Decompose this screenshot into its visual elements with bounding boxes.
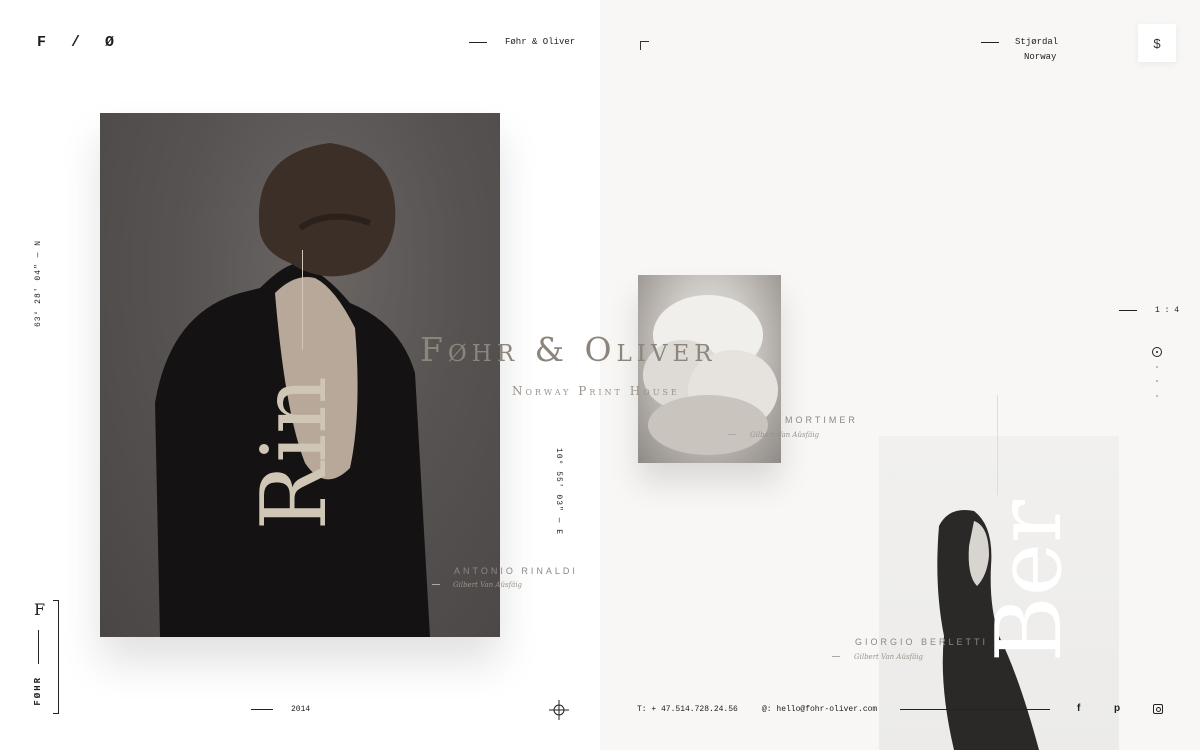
phone[interactable]: T: + 47.514.728.24.56 <box>637 705 738 714</box>
caption-name[interactable]: GIORGIO BERLETTI <box>855 637 988 647</box>
divider <box>728 434 736 435</box>
vertical-brand: FØHR <box>33 676 43 706</box>
instagram-icon[interactable] <box>1153 704 1163 714</box>
divider <box>469 42 487 43</box>
title-line <box>997 395 998 495</box>
title-line <box>302 250 303 350</box>
nav-dot-active[interactable] <box>1152 347 1162 357</box>
corner-mark <box>640 41 649 50</box>
slide-ratio: 1 : 4 <box>1155 306 1180 315</box>
menu-button[interactable]: $ <box>1138 24 1176 62</box>
caption-name[interactable]: ANTONIO RINALDI <box>454 566 578 576</box>
dollar-s-icon: $ <box>1153 35 1161 51</box>
facebook-icon[interactable]: f <box>1077 703 1080 714</box>
vertical-initial: F <box>34 600 46 619</box>
divider <box>251 709 273 710</box>
divider <box>1119 310 1137 311</box>
divider <box>900 709 1050 710</box>
work-word-ber: Ber <box>977 500 1082 663</box>
portrait-illustration <box>155 143 430 637</box>
caption-name[interactable]: MORTIMER <box>785 415 858 425</box>
crosshair-icon <box>549 700 569 720</box>
location-city: Stjørdal <box>1015 37 1059 47</box>
caption-sub: Gilbert Van Aüsfäig <box>854 653 924 661</box>
nav-dot[interactable] <box>1156 395 1158 397</box>
location-country: Norway <box>1024 52 1057 62</box>
logo[interactable]: F / Ø <box>37 34 122 51</box>
divider <box>432 584 440 585</box>
divider <box>38 630 39 664</box>
work-word-rin: Rin <box>242 376 347 531</box>
divider <box>981 42 999 43</box>
email-link[interactable]: @: hello@fohr-oliver.com <box>762 705 877 714</box>
nav-dot[interactable] <box>1156 380 1158 382</box>
pinterest-icon[interactable]: p <box>1114 703 1120 714</box>
latitude-label: 63° 28' 04" — N <box>34 240 43 328</box>
divider <box>832 656 840 657</box>
vertical-bracket <box>53 600 59 714</box>
nav-dot[interactable] <box>1156 366 1158 368</box>
hero-title: Føhr & Oliver <box>420 330 717 369</box>
year: 2014 <box>291 705 311 714</box>
photo-antonio-rinaldi[interactable] <box>100 113 500 637</box>
brand-name: Føhr & Oliver <box>505 37 576 47</box>
longitude-label: 10° 55' 03" — E <box>554 448 563 536</box>
caption-sub: Gilbert Van Aüsfäig <box>453 581 523 589</box>
caption-sub: Gilbert Van Aüsfäig <box>750 431 820 439</box>
hero-subtitle: Norway Print House <box>512 384 680 398</box>
